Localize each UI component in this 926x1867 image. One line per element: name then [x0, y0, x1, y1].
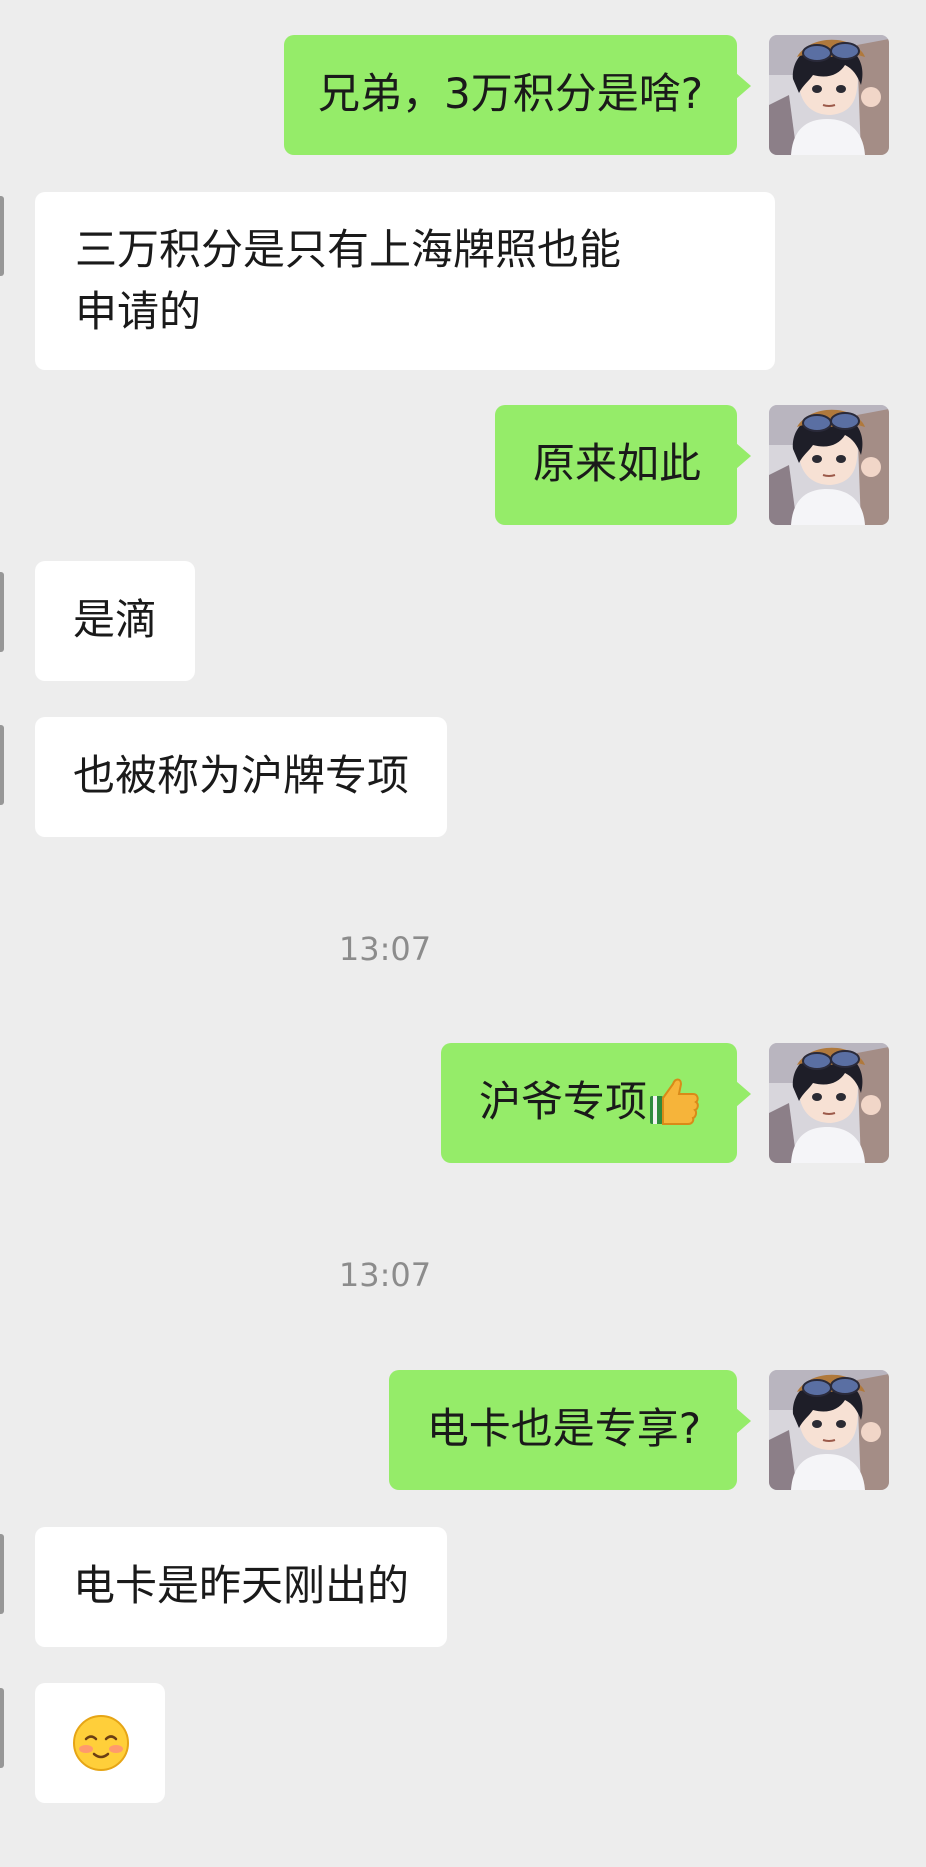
message-text-line: 申请的: [75, 287, 202, 336]
message-text: 沪爷专项: [478, 1077, 647, 1126]
incoming-avatar-edge: [0, 1534, 4, 1614]
blushing-smile-icon: [73, 1715, 129, 1771]
incoming-avatar-edge: [0, 572, 4, 652]
incoming-avatar-edge: [0, 1688, 4, 1768]
avatar[interactable]: [769, 1043, 889, 1163]
anime-boy-avatar-icon: [769, 1370, 889, 1490]
message-text: 电卡是昨天刚出的: [73, 1561, 410, 1610]
outgoing-message-bubble[interactable]: 电卡也是专享?: [388, 1370, 752, 1490]
timestamp: 13:07: [338, 1256, 432, 1294]
incoming-message-bubble[interactable]: 三万积分是只有上海牌照也能 申请的: [35, 192, 775, 370]
incoming-message-bubble[interactable]: 电卡是昨天刚出的: [35, 1527, 448, 1647]
message-text: 兄弟，3万积分是啥?: [317, 69, 703, 118]
outgoing-message-bubble[interactable]: 沪爷专项: [440, 1043, 752, 1163]
anime-boy-avatar-icon: [769, 405, 889, 525]
anime-boy-avatar-icon: [769, 35, 889, 155]
thumbs-up-icon: [650, 1078, 699, 1125]
outgoing-message-bubble[interactable]: 兄弟，3万积分是啥?: [283, 35, 752, 155]
outgoing-message-bubble[interactable]: 原来如此: [494, 405, 752, 525]
incoming-message-bubble[interactable]: 也被称为沪牌专项: [35, 717, 448, 837]
chat-message-list[interactable]: 兄弟，3万积分是啥? 三万积分是只有上海牌照也能 申请的 原来如此 是滴 也被称…: [0, 0, 926, 1867]
timestamp: 13:07: [338, 930, 432, 968]
message-text: 也被称为沪牌专项: [73, 751, 410, 800]
avatar[interactable]: [769, 35, 889, 155]
incoming-avatar-edge: [0, 196, 4, 276]
incoming-message-bubble[interactable]: [35, 1683, 165, 1803]
avatar[interactable]: [769, 405, 889, 525]
incoming-message-bubble[interactable]: 是滴: [35, 561, 196, 681]
message-text: 原来如此: [532, 439, 701, 488]
anime-boy-avatar-icon: [769, 1043, 889, 1163]
avatar[interactable]: [769, 1370, 889, 1490]
message-text: 是滴: [73, 595, 158, 644]
incoming-avatar-edge: [0, 725, 4, 805]
message-text: 电卡也是专享?: [426, 1404, 701, 1453]
message-text-line: 三万积分是只有上海牌照也能: [75, 225, 622, 274]
